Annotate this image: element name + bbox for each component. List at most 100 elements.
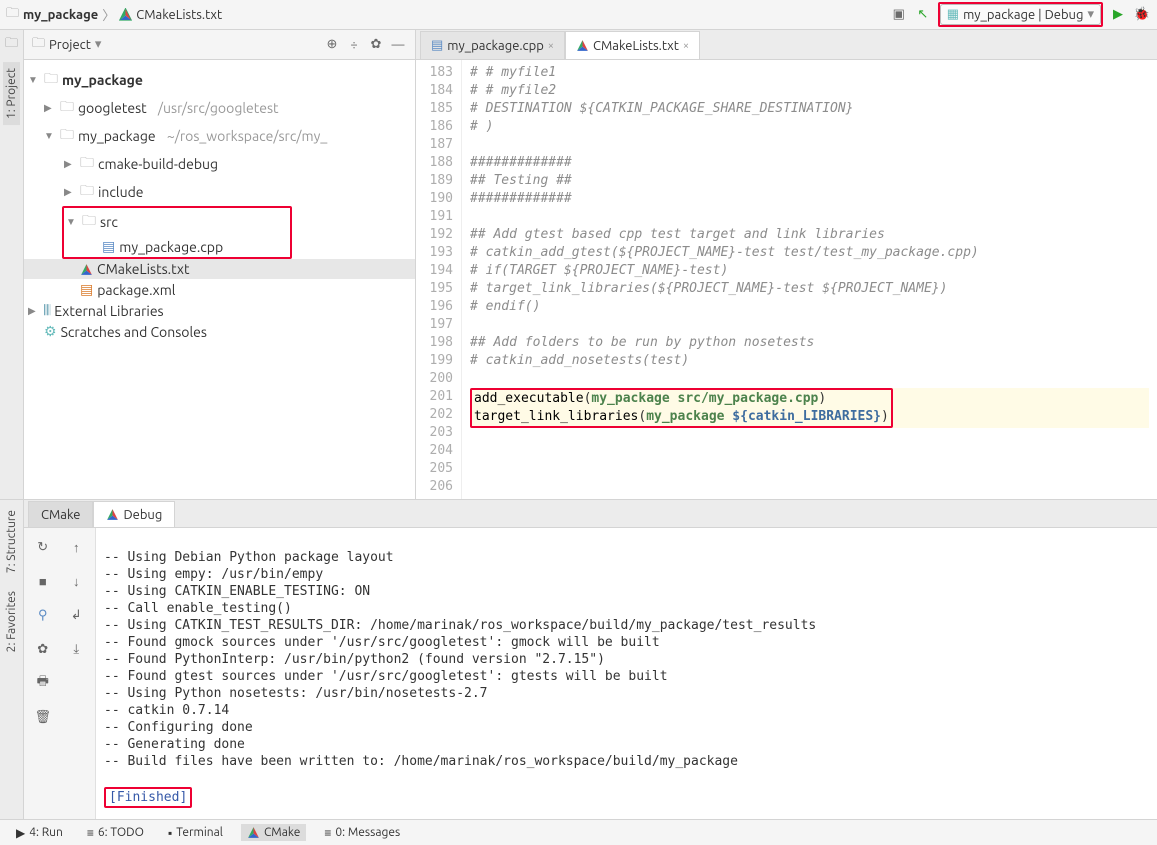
cmake-icon bbox=[119, 8, 132, 21]
project-view-icon[interactable]: 🗀 bbox=[5, 34, 18, 56]
run-config-label: my_package | Debug bbox=[963, 8, 1083, 22]
code-highlight-box: add_executable(my_package src/my_package… bbox=[470, 388, 893, 428]
vtab-favorites[interactable]: 2: Favorites bbox=[3, 585, 20, 658]
stop-icon[interactable]: ■ bbox=[28, 566, 58, 596]
chevron-down-icon[interactable]: ▾ bbox=[95, 37, 102, 52]
folder-icon: 🗀 bbox=[6, 4, 19, 26]
down-icon[interactable]: ↓ bbox=[62, 566, 92, 596]
xml-file-icon: ▤ bbox=[80, 281, 93, 298]
cmake-icon bbox=[106, 508, 119, 521]
folder-icon: 🗀 bbox=[80, 152, 94, 176]
top-toolbar: 🗀 my_package 〉 CMakeLists.txt ▣ ↖ ▦ my_p… bbox=[0, 0, 1157, 30]
status-bar: ▶4: Run ≡6: TODO ▪Terminal CMake ≡0: Mes… bbox=[0, 819, 1157, 845]
layout-icon[interactable]: ▣ bbox=[890, 6, 908, 24]
run-icon[interactable]: ▶ bbox=[1109, 6, 1127, 24]
tree-googletest[interactable]: ▶ 🗀 googletest /usr/src/googletest bbox=[24, 94, 415, 122]
bottom-panel: 7: Structure 2: Favorites CMake Debug ↻ … bbox=[0, 499, 1157, 819]
tree-module[interactable]: ▼ 🗀 my_package ~/ros_workspace/src/my_ bbox=[24, 122, 415, 150]
breadcrumb-sep: 〉 bbox=[102, 5, 115, 24]
left-tool-gutter: 🗀 1: Project bbox=[0, 30, 24, 499]
bottom-tabs: CMake Debug bbox=[24, 500, 1157, 528]
up-icon[interactable]: ↑ bbox=[62, 532, 92, 562]
editor-area: ▤ my_package.cpp × CMakeLists.txt × 1831… bbox=[416, 30, 1157, 499]
folder-icon: 🗀 bbox=[44, 68, 58, 92]
line-number-gutter: 1831841851861871881891901911921931941951… bbox=[416, 60, 462, 499]
collapse-arrow-icon[interactable]: ▼ bbox=[44, 130, 56, 142]
bottom-tab-cmake[interactable]: CMake bbox=[28, 501, 93, 527]
stab-todo[interactable]: ≡6: TODO bbox=[81, 824, 150, 842]
cpp-file-icon: ▤ bbox=[431, 38, 443, 53]
stab-terminal[interactable]: ▪Terminal bbox=[162, 824, 229, 842]
folder-icon: 🗀 bbox=[60, 124, 74, 148]
wrap-icon[interactable]: ↲ bbox=[62, 600, 92, 630]
filter-icon[interactable]: ⚲ bbox=[28, 600, 58, 630]
stab-run[interactable]: ▶4: Run bbox=[10, 824, 69, 842]
tree-external-libs[interactable]: ▶ 𝄃𝄃 External Libraries bbox=[24, 300, 415, 321]
gear-icon[interactable]: ✿ bbox=[28, 634, 58, 664]
close-icon[interactable]: × bbox=[683, 40, 689, 52]
close-icon[interactable]: × bbox=[548, 40, 554, 52]
project-panel-title[interactable]: Project bbox=[49, 38, 91, 52]
vtab-structure[interactable]: 7: Structure bbox=[3, 504, 20, 579]
code-content[interactable]: # # myfile1 # # myfile2 # DESTINATION ${… bbox=[462, 60, 1157, 499]
reload-icon[interactable]: ↻ bbox=[28, 532, 58, 562]
console-output[interactable]: -- Using Debian Python package layout --… bbox=[96, 528, 1157, 819]
debug-icon[interactable]: 🐞 bbox=[1133, 6, 1151, 24]
cmake-icon bbox=[80, 263, 93, 276]
project-icon: 🗀 bbox=[32, 34, 45, 56]
breadcrumb-folder[interactable]: my_package bbox=[23, 8, 98, 22]
collapse-arrow-icon[interactable]: ▼ bbox=[66, 216, 78, 228]
folder-icon: 🗀 bbox=[80, 180, 94, 204]
tree-root[interactable]: ▼ 🗀 my_package bbox=[24, 66, 415, 94]
stab-messages[interactable]: ≡0: Messages bbox=[318, 824, 406, 842]
tree-package-xml[interactable]: ▤ package.xml bbox=[24, 279, 415, 300]
tree-cmakelists[interactable]: CMakeLists.txt bbox=[24, 259, 415, 279]
finished-highlight: [Finished] bbox=[104, 787, 192, 808]
editor-tabs: ▤ my_package.cpp × CMakeLists.txt × bbox=[416, 30, 1157, 60]
run-config-selector[interactable]: ▦ my_package | Debug ▾ bbox=[940, 4, 1101, 25]
editor-tab-cmake[interactable]: CMakeLists.txt × bbox=[565, 31, 700, 59]
scratches-icon: ⚙ bbox=[44, 323, 57, 340]
expand-all-icon[interactable]: ÷ bbox=[345, 36, 363, 54]
messages-icon: ≡ bbox=[324, 826, 331, 840]
hide-icon[interactable]: — bbox=[389, 36, 407, 54]
tree-include[interactable]: ▶ 🗀 include bbox=[24, 178, 415, 206]
expand-arrow-icon[interactable]: ▶ bbox=[64, 186, 76, 198]
breadcrumb-file[interactable]: CMakeLists.txt bbox=[119, 8, 222, 22]
todo-icon: ≡ bbox=[87, 826, 94, 840]
bottom-tab-debug[interactable]: Debug bbox=[93, 501, 175, 527]
tree-src-file[interactable]: ▤ my_package.cpp bbox=[64, 236, 290, 257]
editor-tab-cpp[interactable]: ▤ my_package.cpp × bbox=[420, 31, 565, 59]
print-icon[interactable]: 🖶 bbox=[28, 668, 58, 698]
tree-src[interactable]: ▼ 🗀 src bbox=[64, 208, 290, 236]
vtab-project[interactable]: 1: Project bbox=[3, 62, 20, 125]
expand-arrow-icon[interactable]: ▶ bbox=[44, 102, 56, 114]
locate-icon[interactable]: ⊕ bbox=[323, 36, 341, 54]
project-tree[interactable]: ▼ 🗀 my_package ▶ 🗀 googletest /usr/src/g… bbox=[24, 60, 415, 499]
project-panel-header: 🗀 Project ▾ ⊕ ÷ ✿ — bbox=[24, 30, 415, 60]
breadcrumb: 🗀 my_package 〉 CMakeLists.txt bbox=[6, 4, 890, 26]
expand-arrow-icon[interactable]: ▶ bbox=[64, 158, 76, 170]
trash-icon[interactable]: 🗑 bbox=[28, 702, 58, 732]
editor-body[interactable]: 1831841851861871881891901911921931941951… bbox=[416, 60, 1157, 499]
run-icon: ▶ bbox=[16, 826, 25, 840]
terminal-icon: ▪ bbox=[168, 826, 172, 840]
bottom-left-gutter: 7: Structure 2: Favorites bbox=[0, 500, 24, 819]
console-toolbar: ↻ ↑ ■ ↓ ⚲ ↲ ✿ ⤓ 🖶 🗑 bbox=[24, 528, 96, 819]
expand-arrow-icon[interactable]: ▶ bbox=[28, 305, 40, 317]
tree-cmake-build[interactable]: ▶ 🗀 cmake-build-debug bbox=[24, 150, 415, 178]
libs-icon: 𝄃𝄃 bbox=[44, 302, 50, 319]
stab-cmake[interactable]: CMake bbox=[241, 824, 306, 841]
project-panel: 🗀 Project ▾ ⊕ ÷ ✿ — ▼ 🗀 my_package ▶ 🗀 bbox=[24, 30, 416, 499]
collapse-arrow-icon[interactable]: ▼ bbox=[28, 74, 40, 86]
cmake-icon bbox=[576, 39, 589, 52]
run-config-highlight: ▦ my_package | Debug ▾ bbox=[938, 2, 1103, 27]
tree-scratches[interactable]: ⚙ Scratches and Consoles bbox=[24, 321, 415, 342]
cmake-icon bbox=[247, 826, 260, 839]
build-hammer-icon[interactable]: ↖ bbox=[914, 6, 932, 24]
gear-icon[interactable]: ✿ bbox=[367, 36, 385, 54]
finished-label: [Finished] bbox=[109, 790, 187, 805]
cpp-file-icon: ▤ bbox=[102, 238, 115, 255]
scroll-icon[interactable]: ⤓ bbox=[62, 634, 92, 664]
folder-icon: 🗀 bbox=[82, 210, 96, 234]
